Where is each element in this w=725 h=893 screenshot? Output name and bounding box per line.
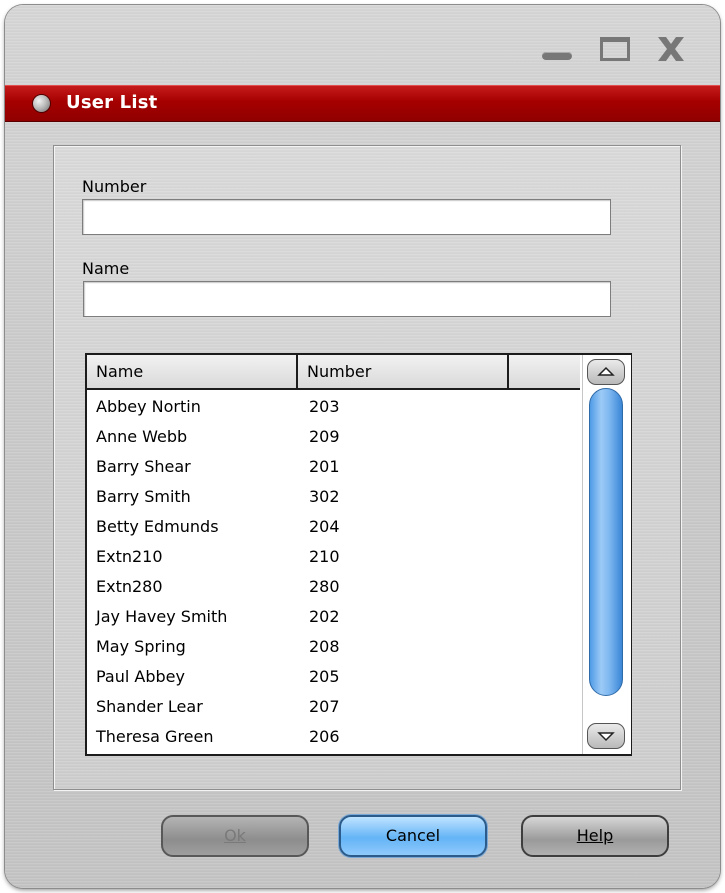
title-bar: User List (5, 85, 720, 122)
cancel-button[interactable]: Cancel (339, 815, 487, 857)
table-row[interactable]: Anne Webb 209 (87, 422, 580, 452)
row-number: 280 (309, 577, 340, 596)
number-field[interactable] (82, 199, 611, 235)
row-name: Betty Edmunds (96, 517, 219, 536)
window-status-icon (33, 95, 50, 112)
row-number: 206 (309, 727, 340, 746)
row-number: 204 (309, 517, 340, 536)
table-row[interactable]: Jay Havey Smith 202 (87, 602, 580, 632)
row-number: 201 (309, 457, 340, 476)
maximize-icon[interactable] (600, 37, 630, 61)
help-label: Help (576, 826, 614, 845)
minimize-icon[interactable] (542, 52, 572, 60)
table-row[interactable]: Betty Edmunds 204 (87, 512, 580, 542)
row-name: Paul Abbey (96, 667, 185, 686)
row-name: Abbey Nortin (96, 397, 201, 416)
column-header-empty[interactable] (509, 355, 580, 388)
ok-button[interactable]: Ok (161, 815, 309, 857)
close-icon[interactable] (653, 33, 689, 65)
name-field[interactable] (83, 281, 611, 317)
row-number: 210 (309, 547, 340, 566)
row-name: Barry Shear (96, 457, 191, 476)
ok-label: Ok (224, 826, 246, 845)
row-number: 203 (309, 397, 340, 416)
cancel-label: Cancel (385, 826, 441, 845)
row-name: Barry Smith (96, 487, 191, 506)
table-row[interactable]: May Spring 208 (87, 632, 580, 662)
user-list[interactable]: Name Number Abbey Nortin 203 Anne Webb 209… (85, 353, 632, 756)
row-name: Anne Webb (96, 427, 188, 446)
window-title: User List (66, 92, 158, 113)
help-button[interactable]: Help (521, 815, 669, 857)
row-number: 205 (309, 667, 340, 686)
row-number: 202 (309, 607, 340, 626)
row-name: Theresa Green (96, 727, 214, 746)
table-row[interactable]: Shander Lear 207 (87, 692, 580, 722)
row-number: 209 (309, 427, 340, 446)
chevron-up-icon (597, 366, 615, 376)
row-number: 207 (309, 697, 340, 716)
scroll-up-button[interactable] (587, 359, 625, 385)
row-name: May Spring (96, 637, 186, 656)
list-rows: Abbey Nortin 203 Anne Webb 209 Barry Shear… (87, 392, 580, 752)
row-number: 302 (309, 487, 340, 506)
row-name: Extn280 (96, 577, 163, 596)
column-header-name[interactable]: Name (87, 355, 298, 388)
list-header: Name Number (87, 355, 580, 390)
chevron-down-icon (597, 732, 615, 742)
table-row[interactable]: Paul Abbey 205 (87, 662, 580, 692)
row-number: 208 (309, 637, 340, 656)
table-row[interactable]: Barry Shear 201 (87, 452, 580, 482)
row-name: Extn210 (96, 547, 163, 566)
number-label: Number (82, 177, 147, 196)
scroll-thumb[interactable] (589, 388, 623, 696)
vertical-scrollbar[interactable] (582, 355, 631, 754)
table-row[interactable]: Abbey Nortin 203 (87, 392, 580, 422)
name-label: Name (82, 259, 130, 278)
user-list-dialog: User List Number Name Name Number Abbey … (5, 5, 720, 888)
table-row[interactable]: Extn210 210 (87, 542, 580, 572)
column-header-number[interactable]: Number (298, 355, 509, 388)
scroll-down-button[interactable] (587, 723, 625, 749)
table-row[interactable]: Extn280 280 (87, 572, 580, 602)
table-row[interactable]: Barry Smith 302 (87, 482, 580, 512)
row-name: Shander Lear (96, 697, 203, 716)
row-name: Jay Havey Smith (96, 607, 228, 626)
table-row[interactable]: Theresa Green 206 (87, 722, 580, 752)
